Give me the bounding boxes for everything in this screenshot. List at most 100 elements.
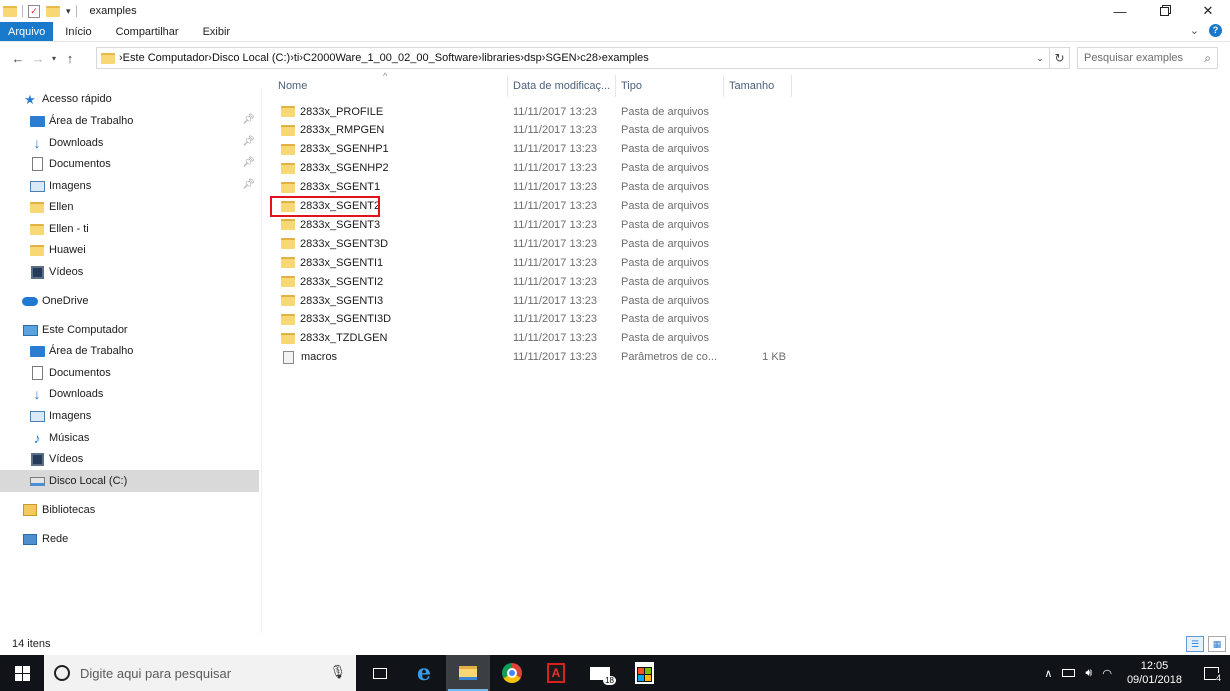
expand-ribbon-icon[interactable]: ⌄ bbox=[1190, 24, 1199, 37]
nav-item[interactable]: Bibliotecas bbox=[0, 499, 259, 521]
nav-item[interactable]: Disco Local (C:) bbox=[0, 470, 259, 492]
status-bar: 14 itens ☰ ▦ bbox=[0, 633, 1230, 655]
file-date: 11/11/2017 13:23 bbox=[513, 237, 598, 250]
nav-item[interactable]: Documentos 📌︎ bbox=[0, 153, 259, 175]
nav-item[interactable]: Huawei bbox=[0, 239, 259, 261]
nav-item[interactable]: Este Computador bbox=[0, 319, 259, 341]
file-name-cell: 2833x_SGENT1 bbox=[270, 181, 508, 193]
breadcrumb-item[interactable]: Este Computador bbox=[123, 52, 209, 64]
file-row[interactable]: 2833x_PROFILE 11/11/2017 13:23 Pasta de ar… bbox=[270, 102, 800, 121]
action-center-button[interactable]: 4 bbox=[1197, 655, 1225, 691]
nav-item[interactable]: Rede bbox=[0, 528, 259, 550]
minimize-button[interactable]: — bbox=[1098, 0, 1142, 22]
up-button[interactable]: ↑ bbox=[60, 48, 80, 68]
file-name-cell: 2833x_SGENTI2 bbox=[270, 276, 508, 288]
file-name: 2833x_SGENHP1 bbox=[300, 143, 389, 156]
volume-icon[interactable]: 🔊︎ bbox=[1085, 667, 1092, 680]
store-app-button[interactable] bbox=[622, 655, 666, 691]
nav-item[interactable]: Vídeos bbox=[0, 448, 259, 470]
nav-item[interactable]: Área de Trabalho 📌︎ bbox=[0, 110, 259, 132]
start-button[interactable] bbox=[0, 655, 44, 691]
recent-locations-button[interactable]: ▾ bbox=[48, 48, 60, 68]
breadcrumb-item[interactable]: Disco Local (C:) bbox=[212, 52, 290, 64]
microphone-icon[interactable]: 🎙 bbox=[329, 664, 346, 680]
file-row[interactable]: 2833x_SGENTI2 11/11/2017 13:23 Pasta de ar… bbox=[270, 272, 800, 291]
tab-home[interactable]: Início bbox=[53, 22, 103, 41]
file-explorer-app-button[interactable] bbox=[446, 655, 490, 691]
details-view-button[interactable]: ☰ bbox=[1186, 636, 1204, 652]
file-row[interactable]: 2833x_SGENT1 11/11/2017 13:23 Pasta de arq… bbox=[270, 178, 800, 197]
file-type: Pasta de arquivos bbox=[621, 162, 710, 175]
refresh-button[interactable]: ↻ bbox=[1049, 48, 1069, 68]
show-hidden-icons-icon[interactable]: ∧ bbox=[1044, 667, 1052, 680]
column-name[interactable]: Nome ^ bbox=[270, 71, 508, 97]
acrobat-app-button[interactable]: A bbox=[534, 655, 578, 691]
clock[interactable]: 12:05 09/01/2018 bbox=[1127, 659, 1182, 687]
nav-item[interactable]: Vídeos bbox=[0, 261, 259, 283]
file-type: Pasta de arquivos bbox=[621, 294, 710, 307]
column-size[interactable]: Tamanho bbox=[724, 75, 792, 97]
pin-icon[interactable]: 📌︎ bbox=[242, 179, 255, 190]
search-input[interactable]: Pesquisar examples ⌕ bbox=[1077, 47, 1218, 69]
back-button[interactable]: ← bbox=[8, 48, 28, 68]
nav-item[interactable]: OneDrive bbox=[0, 290, 259, 312]
wifi-icon[interactable]: ◠ bbox=[1102, 667, 1112, 680]
column-date[interactable]: Data de modificaç... bbox=[508, 75, 616, 97]
breadcrumb-item[interactable]: dsp bbox=[524, 52, 542, 64]
arrow-up-icon: ↑ bbox=[66, 50, 74, 66]
file-row[interactable]: macros 11/11/2017 13:23 Parâmetros de co..… bbox=[270, 348, 800, 367]
file-row[interactable]: 2833x_SGENTI3D 11/11/2017 13:23 Pasta de a… bbox=[270, 310, 800, 329]
nav-item[interactable]: Documentos bbox=[0, 362, 259, 384]
folder-icon bbox=[3, 5, 17, 17]
file-row[interactable]: 2833x_SGENHP2 11/11/2017 13:23 Pasta de ar… bbox=[270, 159, 800, 178]
nav-item[interactable]: Área de Trabalho bbox=[0, 340, 259, 362]
chrome-app-button[interactable] bbox=[490, 655, 534, 691]
file-name: 2833x_SGENTI2 bbox=[300, 275, 384, 288]
file-row[interactable]: 2833x_SGENT3D 11/11/2017 13:23 Pasta de ar… bbox=[270, 234, 800, 253]
breadcrumb-item[interactable]: SGEN bbox=[545, 52, 576, 64]
new-folder-icon[interactable] bbox=[46, 5, 60, 17]
nav-item[interactable]: Ellen bbox=[0, 196, 259, 218]
file-row[interactable]: 2833x_RMPGEN 11/11/2017 13:23 Pasta de arq… bbox=[270, 121, 800, 140]
nav-item[interactable]: ↓ Downloads bbox=[0, 383, 259, 405]
file-row[interactable]: 2833x_SGENT3 11/11/2017 13:23 Pasta de arq… bbox=[270, 215, 800, 234]
pin-icon[interactable]: 📌︎ bbox=[242, 136, 255, 147]
taskbar-search-input[interactable]: Digite aqui para pesquisar 🎙 bbox=[44, 655, 356, 691]
address-bar[interactable]: › Este Computador › Disco Local (C:) › ti › C20… bbox=[96, 47, 1070, 69]
help-icon[interactable]: ? bbox=[1209, 24, 1222, 37]
nav-item-label: Acesso rápido bbox=[42, 93, 112, 105]
battery-icon[interactable] bbox=[1062, 669, 1076, 677]
breadcrumb-item[interactable]: examples bbox=[602, 52, 649, 64]
nav-item[interactable]: Imagens 📌︎ bbox=[0, 175, 259, 197]
properties-icon[interactable]: ✓ bbox=[28, 4, 40, 18]
file-row[interactable]: 2833x_TZDLGEN 11/11/2017 13:23 Pasta de ar… bbox=[270, 329, 800, 348]
quick-access-toolbar: ✓ ▾ bbox=[0, 0, 82, 22]
forward-button[interactable]: → bbox=[28, 48, 48, 68]
close-button[interactable]: ✕ bbox=[1186, 0, 1230, 22]
tab-view[interactable]: Exibir bbox=[191, 22, 243, 41]
mail-app-button[interactable]: 18 bbox=[578, 655, 622, 691]
pin-icon[interactable]: 📌︎ bbox=[242, 157, 255, 168]
column-type[interactable]: Tipo bbox=[616, 75, 724, 97]
file-row[interactable]: 2833x_SGENTI1 11/11/2017 13:23 Pasta de ar… bbox=[270, 253, 800, 272]
restore-button[interactable] bbox=[1142, 0, 1186, 22]
customize-toolbar-icon[interactable]: ▾ bbox=[66, 6, 71, 17]
edge-app-button[interactable]: e bbox=[402, 655, 446, 691]
large-icons-view-button[interactable]: ▦ bbox=[1208, 636, 1226, 652]
tab-share[interactable]: Compartilhar bbox=[104, 22, 191, 41]
file-row[interactable]: 2833x_SGENTI3 11/11/2017 13:23 Pasta de ar… bbox=[270, 291, 800, 310]
nav-item[interactable]: Imagens bbox=[0, 405, 259, 427]
nav-item[interactable]: Ellen - ti bbox=[0, 218, 259, 240]
file-type: Pasta de arquivos bbox=[621, 105, 710, 118]
address-dropdown-icon[interactable]: ⌄ bbox=[1031, 53, 1049, 64]
nav-item[interactable]: ↓ Downloads 📌︎ bbox=[0, 132, 259, 154]
pin-icon[interactable]: 📌︎ bbox=[242, 114, 255, 125]
nav-item[interactable]: ♪ Músicas bbox=[0, 427, 259, 449]
file-row[interactable]: 2833x_SGENHP1 11/11/2017 13:23 Pasta de ar… bbox=[270, 140, 800, 159]
breadcrumb-item[interactable]: C2000Ware_1_00_02_00_Software bbox=[303, 52, 478, 64]
tab-file[interactable]: Arquivo bbox=[0, 22, 54, 41]
breadcrumb-item[interactable]: libraries bbox=[482, 52, 521, 64]
breadcrumb-item[interactable]: c28 bbox=[580, 52, 598, 64]
task-view-button[interactable] bbox=[358, 655, 402, 691]
nav-item[interactable]: ★ Acesso rápido bbox=[0, 88, 259, 110]
